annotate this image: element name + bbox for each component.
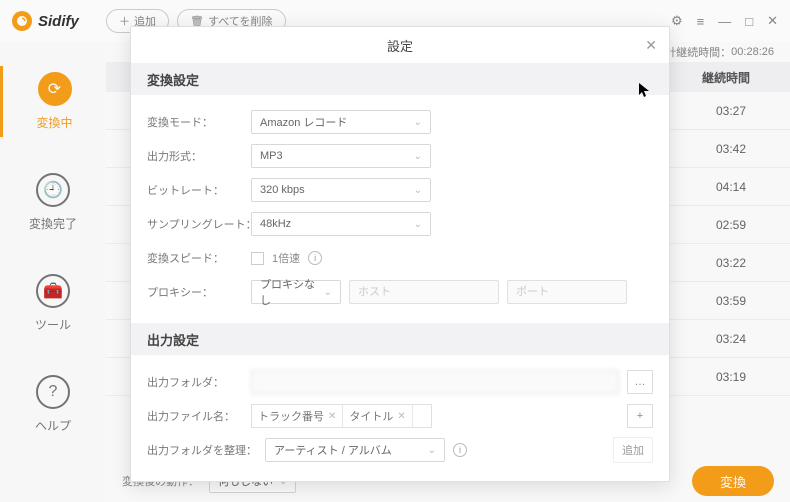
mode-label: 変換モード：: [147, 114, 243, 130]
speed-label: 変換スピード：: [147, 250, 243, 266]
remove-tag-icon[interactable]: ✕: [328, 411, 336, 422]
speed-value: 1倍速: [272, 250, 300, 266]
modal-title: 設定 ✕: [131, 27, 669, 63]
speed-checkbox[interactable]: [251, 252, 264, 265]
folder-label: 出力フォルダ：: [147, 374, 243, 390]
proxy-label: プロキシー：: [147, 284, 243, 300]
info-icon[interactable]: i: [453, 443, 467, 457]
tag-tracknum: トラック番号✕: [252, 405, 343, 427]
bitrate-label: ビットレート：: [147, 182, 243, 198]
sample-label: サンプリングレート：: [147, 216, 243, 232]
format-label: 出力形式：: [147, 148, 243, 164]
section-output: 出力設定: [131, 323, 669, 355]
remove-tag-icon[interactable]: ✕: [397, 411, 405, 422]
sample-select[interactable]: 48kHz⌄: [251, 212, 431, 236]
mode-select[interactable]: Amazon レコード⌄: [251, 110, 431, 134]
bitrate-select[interactable]: 320 kbps⌄: [251, 178, 431, 202]
settings-modal: 設定 ✕ 変換設定 変換モード： Amazon レコード⌄ 出力形式： MP3⌄…: [130, 26, 670, 482]
add-tag-button[interactable]: +: [627, 404, 653, 428]
modal-close-icon[interactable]: ✕: [645, 37, 657, 54]
organize-select[interactable]: アーティスト / アルバム⌄: [265, 438, 445, 462]
browse-button[interactable]: …: [627, 370, 653, 394]
proxy-port-input[interactable]: [507, 280, 627, 304]
tag-title: タイトル✕: [343, 405, 412, 427]
organize-label: 出力フォルダを整理：: [147, 442, 257, 458]
info-icon[interactable]: i: [308, 251, 322, 265]
filename-label: 出力ファイル名：: [147, 408, 243, 424]
format-select[interactable]: MP3⌄: [251, 144, 431, 168]
proxy-select[interactable]: プロキシなし⌄: [251, 280, 341, 304]
folder-path: [251, 370, 619, 394]
section-convert: 変換設定: [131, 63, 669, 95]
add-label[interactable]: 追加: [613, 437, 653, 463]
proxy-host-input[interactable]: [349, 280, 499, 304]
filename-tags: トラック番号✕ タイトル✕: [251, 404, 432, 428]
